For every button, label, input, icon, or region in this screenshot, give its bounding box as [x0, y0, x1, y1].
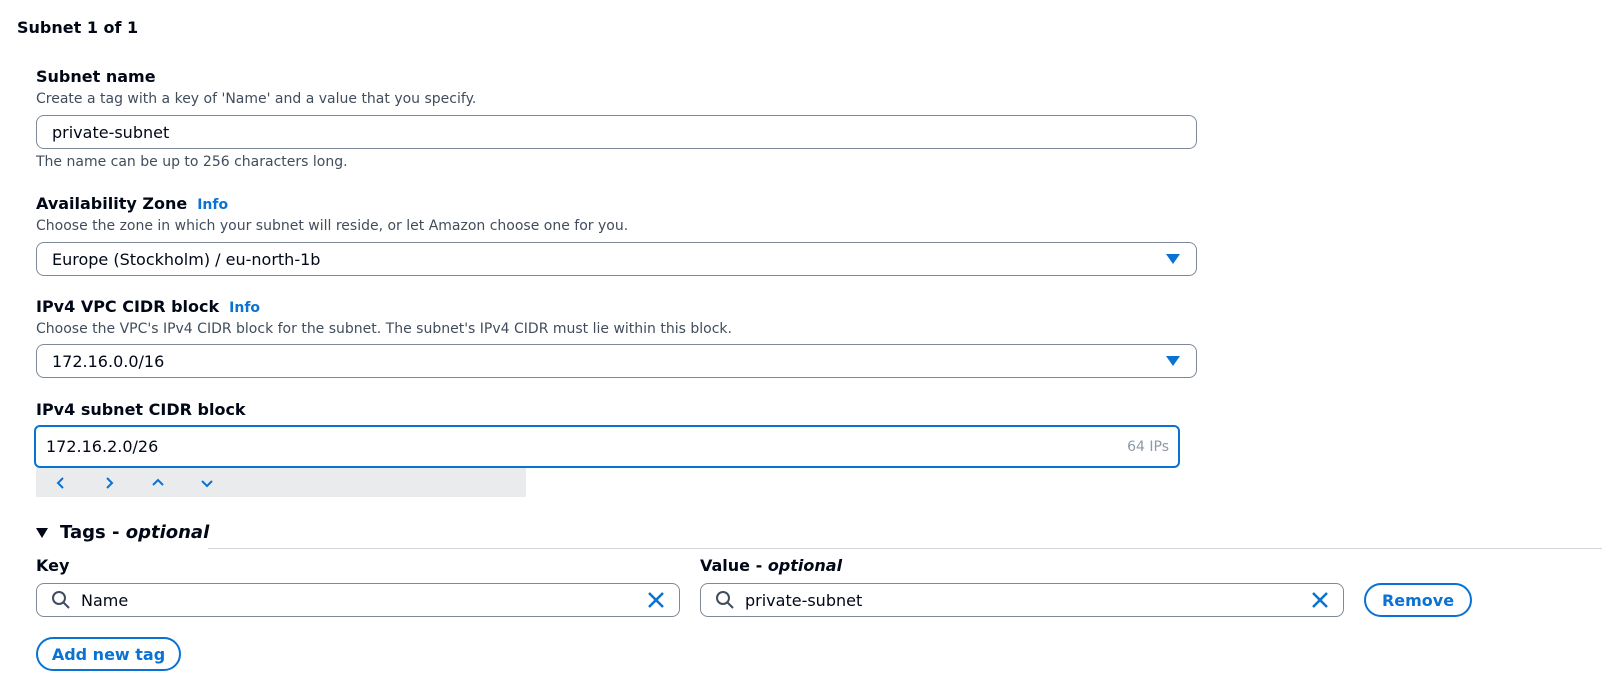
caret-down-icon [36, 527, 48, 538]
add-new-tag-label: Add new tag [51, 644, 166, 664]
vpc-cidr-info-link[interactable]: Info [229, 300, 260, 316]
tag-value-input[interactable]: private-subnet [700, 583, 1344, 617]
cidr-stepper [36, 468, 526, 497]
availability-zone-selected: Europe (Stockholm) / eu-north-1b [52, 249, 321, 269]
subnet-name-value: private-subnet [52, 122, 170, 142]
availability-zone-description: Choose the zone in which your subnet wil… [36, 218, 629, 234]
vpc-cidr-description: Choose the VPC's IPv4 CIDR block for the… [36, 321, 732, 337]
vpc-cidr-label: IPv4 VPC CIDR block [36, 297, 220, 316]
section-title: Subnet 1 of 1 [17, 18, 139, 37]
caret-down-icon [1166, 356, 1180, 366]
chevron-left-icon[interactable] [51, 473, 71, 493]
caret-down-icon [1166, 254, 1180, 264]
tags-title: Tags - [60, 522, 126, 543]
tag-key-value: Name [81, 590, 129, 610]
chevron-right-icon[interactable] [99, 473, 119, 493]
vpc-cidr-header: IPv4 VPC CIDR block Info [36, 297, 260, 316]
search-icon [52, 591, 70, 609]
ip-count: 64 IPs [1127, 438, 1169, 455]
tag-key-input[interactable]: Name [36, 583, 680, 617]
subnet-cidr-label: IPv4 subnet CIDR block [36, 400, 246, 419]
tags-expander[interactable]: Tags - optional [36, 522, 209, 543]
availability-zone-label: Availability Zone [36, 194, 188, 213]
tag-value-value: private-subnet [745, 590, 863, 610]
subnet-name-description: Create a tag with a key of 'Name' and a … [36, 91, 477, 107]
subnet-name-label: Subnet name [36, 67, 156, 86]
tag-value-optional: optional [767, 556, 843, 575]
availability-zone-select[interactable]: Europe (Stockholm) / eu-north-1b [36, 242, 1197, 276]
vpc-cidr-select[interactable]: 172.16.0.0/16 [36, 344, 1197, 378]
remove-tag-label: Remove [1381, 590, 1455, 610]
tag-key-label: Key [36, 556, 70, 575]
subnet-name-constraint: The name can be up to 256 characters lon… [36, 154, 348, 170]
tag-value-label: Value - optional [700, 556, 842, 575]
availability-zone-header: Availability Zone Info [36, 194, 228, 213]
close-icon[interactable] [1309, 589, 1331, 611]
chevron-down-icon[interactable] [197, 473, 217, 493]
chevron-up-icon[interactable] [148, 473, 168, 493]
search-icon [716, 591, 734, 609]
close-icon[interactable] [645, 589, 667, 611]
subnet-cidr-value: 172.16.2.0/26 [46, 437, 159, 456]
divider [208, 548, 1602, 549]
tag-value-label-text: Value - [700, 556, 768, 575]
tags-optional: optional [125, 522, 210, 543]
vpc-cidr-selected: 172.16.0.0/16 [52, 351, 165, 371]
availability-zone-info-link[interactable]: Info [197, 197, 228, 213]
remove-tag-button[interactable]: Remove [1364, 583, 1472, 617]
add-new-tag-button[interactable]: Add new tag [36, 637, 181, 671]
subnet-name-input[interactable]: private-subnet [36, 115, 1197, 149]
subnet-cidr-input[interactable]: 172.16.2.0/26 64 IPs [34, 425, 1180, 468]
